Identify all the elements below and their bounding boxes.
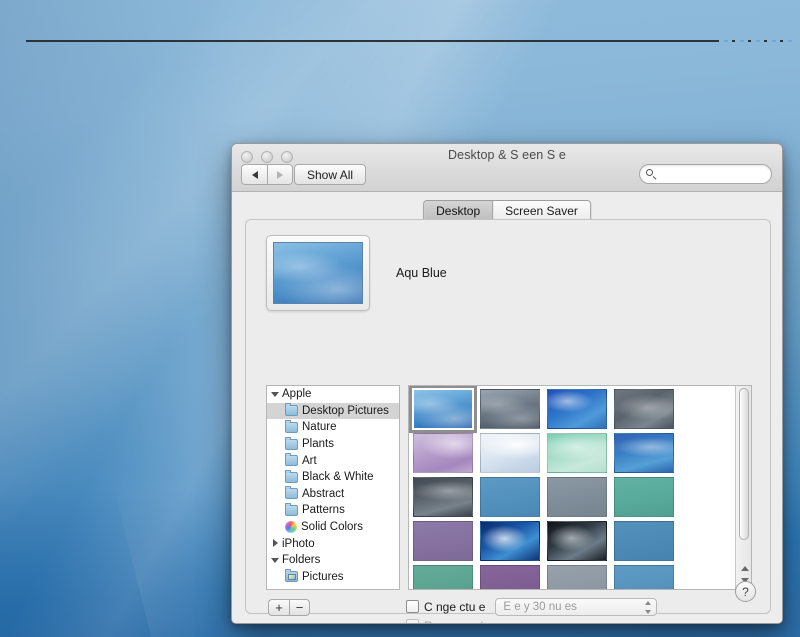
picture-thumbnail[interactable] xyxy=(547,389,607,429)
picture-thumbnail[interactable] xyxy=(480,433,540,473)
desktop-background: Desktop & S een S e Show All Desktop Scr… xyxy=(0,0,800,637)
remove-folder-button[interactable]: − xyxy=(289,599,310,616)
source-list-buttons: + − xyxy=(268,599,310,616)
tab-bar: Desktop Screen Saver xyxy=(232,192,782,223)
folder-icon xyxy=(285,403,298,417)
picture-thumbnail[interactable] xyxy=(614,565,674,589)
picture-thumbnail[interactable] xyxy=(614,477,674,517)
source-list-item[interactable]: Nature xyxy=(267,419,399,436)
help-button[interactable]: ? xyxy=(735,581,756,602)
desktop-options: C nge ctu e E e y 30 nu es R n om order xyxy=(406,597,658,624)
disclosure-open-icon[interactable] xyxy=(271,556,280,565)
screen-artifact-line-dashed xyxy=(716,40,796,42)
source-list-item[interactable]: Patterns xyxy=(267,502,399,519)
folder-icon xyxy=(285,486,298,500)
current-picture-row: Aqu Blue xyxy=(266,235,447,311)
picture-thumbnail[interactable] xyxy=(547,521,607,561)
source-list-item-label: Apple xyxy=(282,388,312,401)
picture-thumbnail[interactable] xyxy=(413,521,473,561)
window-toolbar: Show All xyxy=(232,162,782,188)
picture-grid-items xyxy=(409,386,735,589)
source-list-item[interactable]: iPhoto xyxy=(267,535,399,552)
nav-button-group xyxy=(241,164,293,185)
change-picture-checkbox[interactable] xyxy=(406,600,419,613)
picture-thumbnail[interactable] xyxy=(413,477,473,517)
source-list-item-label: iPhoto xyxy=(282,537,315,550)
source-list-item[interactable]: Solid Colors xyxy=(267,519,399,536)
change-picture-label: C nge ctu e xyxy=(424,599,486,614)
picture-thumbnail[interactable] xyxy=(480,389,540,429)
source-list-item[interactable]: Apple xyxy=(267,386,399,403)
source-list-item[interactable]: Plants xyxy=(267,436,399,453)
picture-thumbnail[interactable] xyxy=(547,433,607,473)
desktop-pane: Aqu Blue Apple Desktop Pictures Nature Plan… xyxy=(245,219,771,623)
picture-thumbnail[interactable] xyxy=(480,565,540,589)
chevron-left-icon xyxy=(251,170,258,179)
random-order-label: R n om order xyxy=(424,619,494,624)
disclosure-closed-icon[interactable] xyxy=(271,539,280,548)
picture-thumbnail[interactable] xyxy=(547,565,607,589)
show-all-button[interactable]: Show All xyxy=(294,164,367,185)
picture-source-list[interactable]: Apple Desktop Pictures Nature Plants Art Blac… xyxy=(266,385,400,590)
search-field[interactable] xyxy=(639,164,772,184)
random-order-checkbox[interactable] xyxy=(406,619,419,623)
source-list-item[interactable]: Desktop Pictures xyxy=(267,402,399,420)
source-list-item-label: Folders xyxy=(282,554,321,567)
folder-icon xyxy=(285,469,298,483)
change-interval-value: E e y 30 nu es xyxy=(503,600,577,613)
source-list-item-label: Black & White xyxy=(302,471,374,484)
source-list-item[interactable]: Abstract xyxy=(267,486,399,503)
scrollbar-thumb[interactable] xyxy=(739,388,749,540)
stepper-icon[interactable] xyxy=(643,600,652,614)
picture-thumbnail[interactable] xyxy=(413,565,473,589)
source-list-item-label: Art xyxy=(302,454,317,467)
picture-thumbnail[interactable] xyxy=(614,433,674,473)
picture-thumbnail[interactable] xyxy=(480,521,540,561)
picture-thumbnail[interactable] xyxy=(547,477,607,517)
source-list-item-label: Plants xyxy=(302,438,334,451)
folder-icon xyxy=(285,502,298,516)
chevron-right-icon xyxy=(277,170,283,179)
picture-grid-scrollbar[interactable] xyxy=(735,386,751,589)
source-list-item-label: Solid Colors xyxy=(301,521,363,534)
change-interval-popup[interactable]: E e y 30 nu es xyxy=(495,597,658,616)
source-list-item[interactable]: Folders xyxy=(267,552,399,569)
screen-artifact-line xyxy=(26,40,716,42)
window-titlebar[interactable]: Desktop & S een S e Show All xyxy=(232,144,782,192)
folder-icon xyxy=(285,419,298,433)
picture-thumbnail[interactable] xyxy=(409,386,477,433)
folder-icon xyxy=(285,453,298,467)
source-list-item-label: Desktop Pictures xyxy=(302,404,389,417)
change-picture-row: C nge ctu e E e y 30 nu es xyxy=(406,597,658,616)
window-content: Desktop Screen Saver Aqu Blue Apple Deskt… xyxy=(232,192,782,623)
picture-thumbnail[interactable] xyxy=(614,389,674,429)
picture-thumbnail[interactable] xyxy=(413,433,473,473)
random-order-row: R n om order xyxy=(406,616,657,624)
search-icon xyxy=(646,168,657,180)
forward-button[interactable] xyxy=(267,164,293,185)
desktop-screensaver-window: Desktop & S een S e Show All Desktop Scr… xyxy=(231,143,783,624)
source-list-item[interactable]: Art xyxy=(267,452,399,469)
current-picture-name: Aqu Blue xyxy=(396,266,447,280)
source-list-item[interactable]: Black & White xyxy=(267,469,399,486)
current-picture-image xyxy=(273,242,363,304)
source-list-item-label: Pictures xyxy=(302,570,344,583)
current-picture-preview[interactable] xyxy=(266,235,370,311)
color-wheel-icon xyxy=(285,521,297,534)
back-button[interactable] xyxy=(241,164,267,185)
scroll-up-arrow[interactable] xyxy=(739,563,750,574)
source-list-item-label: Abstract xyxy=(302,487,345,500)
picture-grid[interactable] xyxy=(408,385,752,590)
search-input[interactable] xyxy=(661,167,765,181)
picture-thumbnail[interactable] xyxy=(480,477,540,517)
add-folder-button[interactable]: + xyxy=(268,599,289,616)
source-list-item[interactable]: Pictures xyxy=(267,569,399,586)
window-title: Desktop & S een S e xyxy=(448,148,566,162)
folder-icon xyxy=(285,436,298,450)
source-list-item-label: Nature xyxy=(302,421,337,434)
disclosure-open-icon[interactable] xyxy=(271,390,280,399)
picture-thumbnail[interactable] xyxy=(614,521,674,561)
pictures-folder-icon xyxy=(285,569,298,583)
source-list-item-label: Patterns xyxy=(302,504,345,517)
